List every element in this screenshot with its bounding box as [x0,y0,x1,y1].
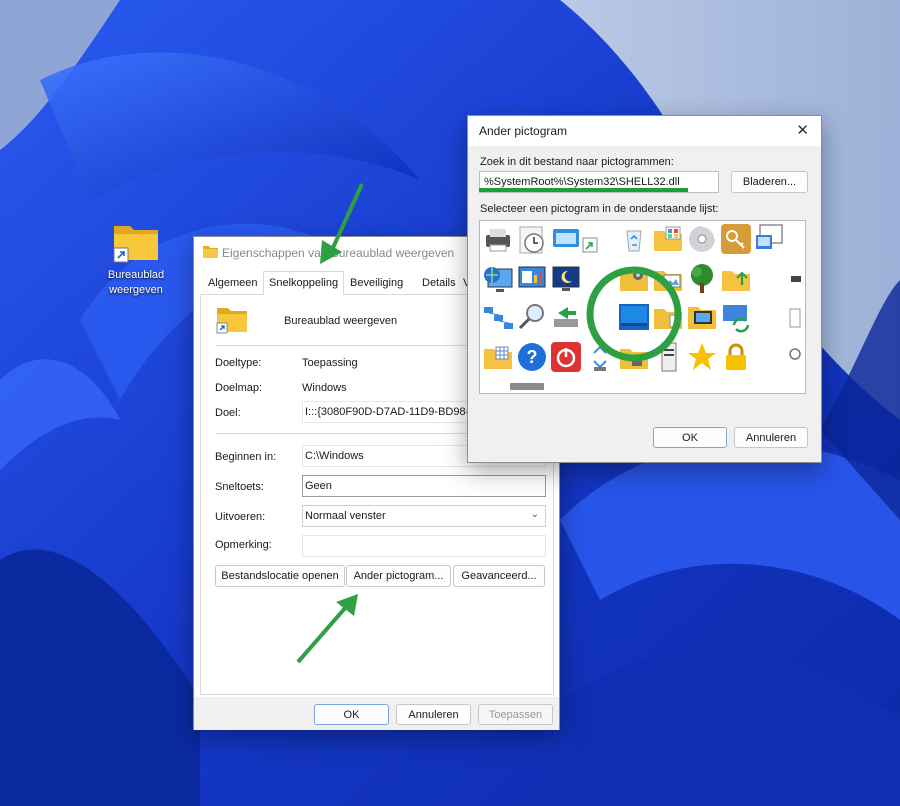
sleep-monitor-icon[interactable] [550,263,582,295]
run-select-value: Normaal venster [305,510,386,522]
ok-button[interactable]: OK [653,427,727,448]
change-icon-button[interactable]: Ander pictogram... [346,565,451,587]
change-icon-dialog: Ander pictogram ✕ Zoek in dit bestand na… [467,115,822,463]
change-icon-titlebar[interactable]: Ander pictogram ✕ [468,116,821,146]
properties-title: Eigenschappen van Bureaublad weergeven [222,246,455,260]
search-icon[interactable] [516,301,548,333]
run-select[interactable]: Normaal venster ⌄ [302,505,546,527]
folder-icon [203,246,218,258]
folder-apps-icon[interactable] [652,223,684,255]
folder-gears-icon[interactable] [618,263,650,295]
run-label: Uitvoeren: [215,511,266,523]
disc-icon[interactable] [686,223,718,255]
folder-lock-icon[interactable] [618,341,650,373]
recycle-icon[interactable] [584,341,616,373]
shortcut-arrow-icon[interactable] [582,237,598,253]
browse-button[interactable]: Bladeren... [731,171,808,193]
folder-document-icon[interactable] [652,301,684,333]
chevron-down-icon: ⌄ [530,509,539,520]
star-icon[interactable] [686,341,718,373]
target-label: Doel: [215,407,241,419]
select-icon-label: Selecteer een pictogram in de onderstaan… [480,203,719,215]
close-icon[interactable]: ✕ [796,121,809,139]
horizontal-scrollbar[interactable] [510,383,544,390]
window-icon[interactable] [550,223,582,255]
recycle-bin-icon[interactable] [618,223,650,255]
folder-image-icon[interactable] [652,263,684,295]
shortcut-key-field[interactable]: Geen [302,475,546,497]
screensaver-icon[interactable] [618,301,650,333]
key-icon[interactable] [720,223,752,255]
shortcut-key-label: Sneltoets: [215,481,264,493]
ok-button[interactable]: OK [314,704,389,725]
shortcut-folder-icon [216,308,247,334]
cancel-button[interactable]: Annuleren [396,704,471,725]
tab-security[interactable]: Beveiliging [350,277,403,289]
target-type-value: Toepassing [302,357,358,369]
printer-icon[interactable] [482,223,514,255]
folder-monitor-icon[interactable] [686,301,718,333]
globe-monitor-icon[interactable] [482,263,514,295]
small-search-icon[interactable] [786,345,802,369]
help-icon[interactable]: ? [516,341,548,373]
tab-general[interactable]: Algemeen [208,277,258,289]
tree-icon[interactable] [686,263,718,295]
drive-arrow-icon[interactable] [550,301,582,333]
search-file-label: Zoek in dit bestand naar pictogrammen: [480,156,674,168]
change-icon-title: Ander pictogram [479,124,568,138]
network-icon[interactable] [482,301,514,333]
folder-upload-icon[interactable] [720,263,752,295]
tab-shortcut[interactable]: Snelkoppeling [263,271,345,296]
comment-label: Opmerking: [215,539,272,551]
shortcut-name: Bureaublad weergeven [284,315,398,327]
computer-window-icon[interactable] [754,223,786,255]
sync-monitor-icon[interactable] [720,301,752,333]
folder-grid-icon[interactable] [482,341,514,373]
advanced-button[interactable]: Geavanceerd... [453,565,545,587]
icon-file-path-input[interactable]: %SystemRoot%\System32\SHELL32.dll [479,171,719,193]
svg-text:?: ? [527,347,538,367]
target-type-label: Doeltype: [215,357,262,369]
cancel-button[interactable]: Annuleren [734,427,808,448]
comment-field[interactable] [302,535,546,557]
clock-icon[interactable] [516,223,548,255]
small-doc-icon[interactable] [786,307,802,331]
apply-button[interactable]: Toepassen [478,704,553,725]
start-in-label: Beginnen in: [215,451,277,463]
folder-icon [111,220,161,264]
power-icon[interactable] [550,341,582,373]
target-folder-value: Windows [302,382,347,394]
chart-monitor-icon[interactable] [516,263,548,295]
open-file-location-button[interactable]: Bestandslocatie openen [215,565,345,587]
desktop-shortcut-icon[interactable]: Bureaublad weergeven [100,220,172,298]
target-folder-label: Doelmap: [215,382,263,394]
tower-pc-icon[interactable] [652,341,684,373]
small-drive-icon[interactable] [790,273,802,285]
tab-details[interactable]: Details [422,277,456,289]
icon-list[interactable]: ? [479,220,806,394]
lock-icon[interactable] [720,341,752,373]
desktop-icon-label: Bureaublad weergeven [107,269,165,296]
properties-footer: OK Annuleren Toepassen [194,697,559,730]
